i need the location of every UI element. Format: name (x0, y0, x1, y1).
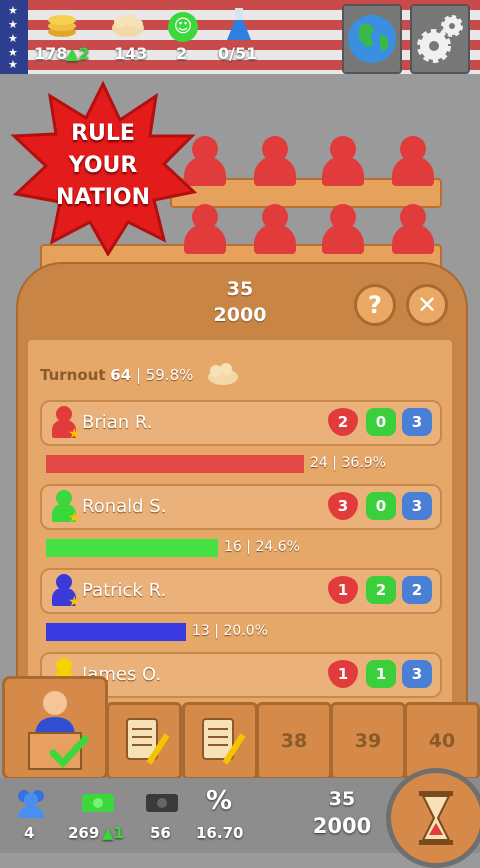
globe-button[interactable] (342, 4, 402, 74)
green-badge-icon: 0 (366, 408, 396, 436)
green-badge-icon: 0 (366, 492, 396, 520)
turnout-label: Turnout (40, 366, 106, 384)
close-button[interactable]: ✕ (406, 284, 448, 326)
budget-value: 2000 (312, 814, 372, 838)
handshake-icon: 2 (402, 576, 432, 604)
end-turn-button[interactable] (386, 768, 480, 868)
vote-podium-button[interactable] (2, 676, 108, 780)
green-badge-icon: 1 (366, 660, 396, 688)
settings-button[interactable] (410, 4, 470, 74)
politician-podium-icon (28, 691, 89, 770)
happiness-value: 2 (176, 44, 188, 63)
seat-figure (388, 136, 438, 186)
heart-icon: 2 (328, 408, 358, 436)
help-button[interactable]: ? (354, 284, 396, 326)
star-icon: ★ (8, 18, 18, 31)
flask-icon (226, 8, 252, 42)
candidate-avatar: ★ (50, 490, 81, 526)
rate-value: 16.70 (196, 824, 244, 842)
seat-figure (250, 204, 300, 254)
money-delta-value: 1 (113, 824, 124, 842)
seat-figure (318, 136, 368, 186)
vote-bar (46, 539, 218, 557)
coins-delta-value: 2 (78, 44, 90, 63)
money-delta: ▲1 (102, 824, 124, 842)
gear-icon (417, 15, 463, 63)
candidate-row[interactable]: ★ Ronald S. 3 0 3 (40, 484, 442, 530)
candidate-name: Brian R. (82, 412, 153, 433)
money-value: 269 (68, 824, 100, 842)
candidate-name: Patrick R. (82, 580, 167, 601)
candidate-name: Ronald S. (82, 496, 167, 517)
rule-your-nation-badge: RULE YOUR NATION (8, 80, 198, 257)
vote-count: 13 | 20.0% (192, 623, 268, 639)
turn-tile[interactable]: 39 (330, 702, 406, 780)
population-value: 4 (24, 824, 35, 842)
badge-line: RULE (71, 121, 135, 146)
percent-icon: % (206, 786, 233, 816)
candidate-avatar: ★ (50, 574, 81, 610)
food-icon (206, 362, 240, 386)
turnout-row: Turnout 64 | 59.8% (40, 366, 193, 384)
vote-bar (46, 455, 304, 473)
badge-line: YOUR (68, 153, 138, 178)
flag-stars: ★ ★ ★ ★ ★ (0, 0, 28, 74)
hourglass-icon (419, 791, 453, 845)
food-icon (110, 12, 146, 38)
star-icon: ★ (8, 58, 18, 71)
debt-icon (144, 790, 180, 816)
handshake-icon: 3 (402, 492, 432, 520)
heart-icon: 3 (328, 492, 358, 520)
food-value: 143 (114, 44, 148, 63)
green-badge-icon: 2 (366, 576, 396, 604)
smiley-icon: ☺ (168, 12, 198, 42)
turn-tile[interactable]: 38 (256, 702, 332, 780)
research-value: 0/51 (218, 44, 258, 63)
money-icon (80, 790, 116, 816)
population-icon (14, 788, 48, 818)
globe-icon (348, 15, 396, 63)
document-button[interactable] (106, 702, 182, 780)
coins-icon (46, 10, 78, 38)
vote-bar (46, 623, 186, 641)
coins-value: 178 (34, 44, 68, 63)
seat-figure (388, 204, 438, 254)
handshake-icon: 3 (402, 660, 432, 688)
turn-number: 35 (328, 788, 356, 810)
document-pencil-icon (202, 718, 246, 765)
coins-delta: ▲2 (66, 44, 90, 63)
star-icon: ★ (8, 32, 18, 45)
turnout-percent: | 59.8% (135, 366, 194, 384)
debt-value: 56 (150, 824, 171, 842)
heart-icon: 1 (328, 660, 358, 688)
candidate-row[interactable]: ★ Patrick R. 1 2 2 (40, 568, 442, 614)
results-list: Turnout 64 | 59.8% ★ Brian R. 2 0 3 24 |… (28, 340, 452, 720)
seat-figure (250, 136, 300, 186)
handshake-icon: 3 (402, 408, 432, 436)
vote-count: 24 | 36.9% (310, 455, 386, 471)
seat-figure (318, 204, 368, 254)
turnout-value: 64 (110, 366, 132, 384)
star-icon: ★ (8, 4, 18, 17)
candidate-avatar: ★ (50, 406, 81, 442)
badge-line: NATION (55, 185, 151, 210)
document-pencil-icon (126, 718, 170, 765)
candidate-row[interactable]: ★ Brian R. 2 0 3 (40, 400, 442, 446)
vote-count: 16 | 24.6% (224, 539, 300, 555)
heart-icon: 1 (328, 576, 358, 604)
document-button[interactable] (182, 702, 258, 780)
